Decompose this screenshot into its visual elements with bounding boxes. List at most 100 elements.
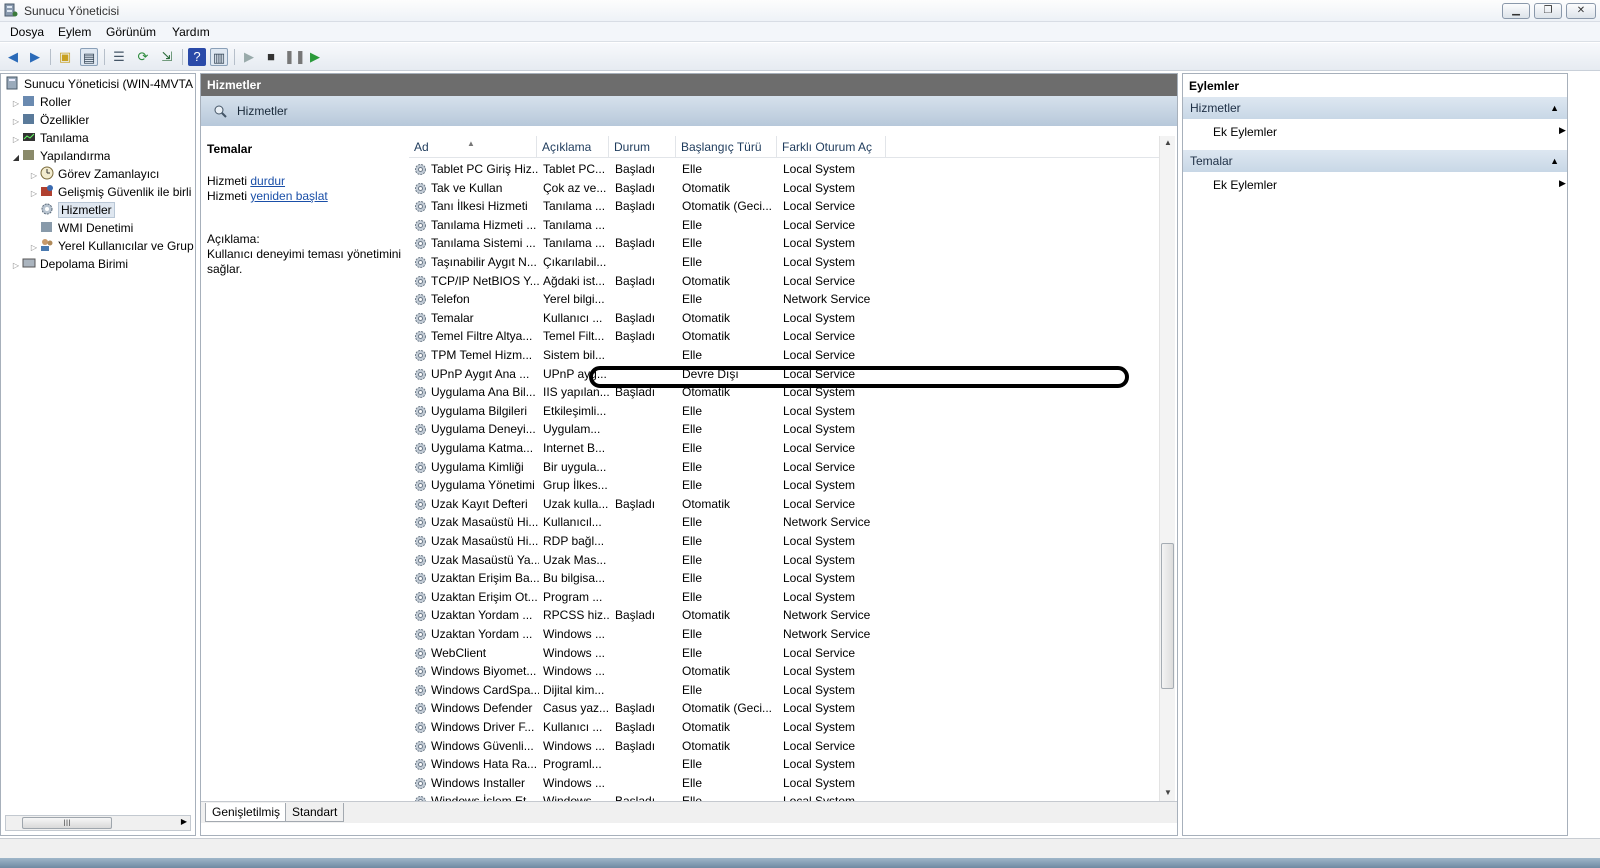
expand-arrow-icon[interactable]: ▷: [11, 131, 21, 147]
menu-eylem[interactable]: Eylem: [58, 25, 91, 39]
scrollbar-thumb[interactable]: III: [22, 817, 112, 829]
actions-section-temalar[interactable]: Temalar ▲: [1183, 150, 1567, 172]
description-label: Açıklama:: [207, 232, 260, 246]
table-row[interactable]: Uygulama Kimliği Bir uygula... Elle Local S…: [409, 458, 1159, 477]
table-row[interactable]: Tanı İlkesi Hizmeti Tanılama ... Başladı Ot…: [409, 197, 1159, 216]
services-vertical-scrollbar[interactable]: ▲ ▼: [1159, 136, 1175, 802]
expand-arrow-icon[interactable]: ▷: [11, 257, 21, 273]
restart-service-icon[interactable]: ▶: [306, 48, 324, 66]
maximize-button[interactable]: ❐: [1534, 3, 1562, 19]
menu-yardim[interactable]: Yardım: [172, 25, 210, 39]
expand-arrow-icon[interactable]: ▷: [29, 185, 39, 201]
table-row[interactable]: Uzaktan Erişim Ba... Bu bilgisa... Elle Loc…: [409, 569, 1159, 588]
tree-item-gelismis-guvenlik[interactable]: ▷ Gelişmiş Güvenlik ile birli: [29, 183, 195, 201]
table-row[interactable]: Windows Hata Ra... Programl... Elle Local S…: [409, 755, 1159, 774]
close-button[interactable]: ✕: [1566, 3, 1596, 19]
cell-description: Uzak Mas...: [543, 552, 607, 567]
tree-item-roller[interactable]: ▷ Roller: [11, 93, 71, 111]
table-row[interactable]: Tanılama Sistemi ... Tanılama ... Başladı E…: [409, 234, 1159, 253]
table-row[interactable]: TCP/IP NetBIOS Y... Ağdaki ist... Başladı O…: [409, 272, 1159, 291]
table-row[interactable]: Temalar Kullanıcı ... Başladı Otomatik Local…: [409, 309, 1159, 328]
table-row[interactable]: Uzaktan Erişim Ot... Program ... Elle Local…: [409, 588, 1159, 607]
collapse-arrow-icon[interactable]: ◢: [11, 149, 21, 165]
tree-item-hizmetler[interactable]: Hizmetler: [29, 201, 115, 219]
column-header-baslangic-turu[interactable]: Başlangıç Türü: [676, 136, 777, 158]
table-row[interactable]: WebClient Windows ... Elle Local Service: [409, 644, 1159, 663]
restart-service-link[interactable]: yeniden başlat: [250, 189, 327, 203]
forward-icon[interactable]: ▶: [26, 48, 44, 66]
column-header-ad[interactable]: Ad ▲: [409, 136, 537, 158]
tree-item-ozellikler[interactable]: ▷ Özellikler: [11, 111, 89, 129]
table-row[interactable]: Uygulama Katma... Internet B... Elle Local …: [409, 439, 1159, 458]
tree-item-wmi-denetimi[interactable]: WMI Denetimi: [29, 219, 133, 237]
table-row[interactable]: Uygulama Yönetimi Grup İlkes... Elle Local …: [409, 476, 1159, 495]
tab-standart[interactable]: Standart: [285, 803, 345, 822]
column-header-durum[interactable]: Durum: [609, 136, 676, 158]
actions-item-ek-eylemler[interactable]: Ek Eylemler ▶: [1213, 125, 1566, 139]
table-row[interactable]: Uygulama Deneyi... Uygulam... Elle Local Sy…: [409, 420, 1159, 439]
help-icon[interactable]: ?: [188, 48, 206, 66]
back-icon[interactable]: ◀: [4, 48, 22, 66]
actions-item-ek-eylemler[interactable]: Ek Eylemler ▶: [1213, 178, 1566, 192]
tree-item-yerel-kullanicilar[interactable]: ▷ Yerel Kullanıcılar ve Grup: [29, 237, 195, 255]
tree-item-depolama[interactable]: ▷ Depolama Birimi: [11, 255, 128, 273]
column-header-farkli-oturum-ac[interactable]: Farklı Oturum Aç: [777, 136, 886, 158]
tree-item-tanilama[interactable]: ▷ Tanılama: [11, 129, 89, 147]
expand-arrow-icon[interactable]: ▷: [29, 167, 39, 183]
table-row[interactable]: Windows Defender Casus yaz... Başladı Otoma…: [409, 699, 1159, 718]
cell-status: Başladı: [615, 310, 656, 325]
scroll-up-icon[interactable]: ▲: [1162, 138, 1174, 150]
refresh-icon[interactable]: ⟳: [134, 48, 152, 66]
table-row[interactable]: Tak ve Kullan Çok az ve... Başladı Otomatik…: [409, 179, 1159, 198]
table-row[interactable]: Tablet PC Giriş Hiz... Tablet PC... Başlad…: [409, 160, 1159, 179]
show-hide-tree-icon[interactable]: ▤: [80, 48, 98, 66]
table-row[interactable]: Uzak Masaüstü Hi... Kullanıcıl... Elle Netw…: [409, 513, 1159, 532]
scroll-right-icon[interactable]: ▶: [181, 817, 187, 826]
table-row[interactable]: Uzak Kayıt Defteri Uzak kulla... Başladı Ot…: [409, 495, 1159, 514]
expand-arrow-icon[interactable]: ▷: [11, 113, 21, 129]
table-row[interactable]: Windows Installer Windows ... Elle Local Sy…: [409, 774, 1159, 793]
pause-service-icon[interactable]: ❚❚: [284, 48, 306, 66]
scroll-down-icon[interactable]: ▼: [1162, 788, 1174, 800]
cell-startup-type: Otomatik: [682, 310, 731, 325]
tab-genisletilmis[interactable]: Genişletilmiş: [205, 803, 288, 822]
minimize-button[interactable]: ▁: [1502, 3, 1530, 19]
table-row[interactable]: Uzaktan Yordam ... Windows ... Elle Network…: [409, 625, 1159, 644]
cell-name: Uygulama Ana Bil...: [431, 385, 536, 400]
stop-service-link[interactable]: durdur: [250, 174, 285, 188]
menu-gorunum[interactable]: Görünüm: [106, 25, 156, 39]
table-row[interactable]: Windows Biyomet... Windows ... Otomatik Loc…: [409, 662, 1159, 681]
expand-arrow-icon[interactable]: ▷: [29, 239, 39, 255]
scrollbar-thumb[interactable]: [1161, 543, 1174, 689]
cell-startup-type: Otomatik: [682, 496, 731, 511]
table-row[interactable]: Tanılama Hizmeti ... Tanılama ... Elle Loca…: [409, 216, 1159, 235]
tree-root[interactable]: Sunucu Yöneticisi (WIN-4MVTA: [5, 75, 193, 93]
table-row[interactable]: Windows Güvenli... Windows ... Başladı Otom…: [409, 737, 1159, 756]
tree-item-gorev-zamanlayici[interactable]: ▷ Görev Zamanlayıcı: [29, 165, 159, 183]
up-folder-icon[interactable]: ▣: [56, 48, 74, 66]
menu-dosya[interactable]: Dosya: [10, 25, 44, 39]
table-row[interactable]: TPM Temel Hizm... Sistem bil... Elle Local …: [409, 346, 1159, 365]
properties-icon[interactable]: ☰: [110, 48, 128, 66]
gear-icon: [415, 759, 426, 771]
table-row[interactable]: Uzak Masaüstü Ya... Uzak Mas... Elle Local …: [409, 551, 1159, 570]
show-action-pane-icon[interactable]: ▥: [210, 48, 228, 66]
stop-service-icon[interactable]: ■: [262, 48, 280, 66]
table-row[interactable]: Windows CardSpa... Dijital kim... Elle Loca…: [409, 681, 1159, 700]
collapse-caret-icon[interactable]: ▲: [1550, 97, 1559, 119]
table-row[interactable]: Windows Driver F... Kullanıcı ... Başladı O…: [409, 718, 1159, 737]
table-row[interactable]: Uzaktan Yordam ... RPCSS hiz... Başladı Oto…: [409, 606, 1159, 625]
table-row[interactable]: Uygulama Bilgileri Etkileşimli... Elle Loca…: [409, 402, 1159, 421]
table-row[interactable]: Uzak Masaüstü Hi... RDP bağl... Elle Local …: [409, 532, 1159, 551]
actions-section-hizmetler[interactable]: Hizmetler ▲: [1183, 97, 1567, 119]
collapse-caret-icon[interactable]: ▲: [1550, 150, 1559, 172]
tree-horizontal-scrollbar[interactable]: III ▶: [5, 815, 191, 831]
tree-item-yapilandirma[interactable]: ◢ Yapılandırma: [11, 147, 111, 165]
table-row[interactable]: Taşınabilir Aygıt N... Çıkarılabil... Elle…: [409, 253, 1159, 272]
start-service-icon[interactable]: ▶: [240, 48, 258, 66]
table-row[interactable]: Telefon Yerel bilgi... Elle Network Service: [409, 290, 1159, 309]
expand-arrow-icon[interactable]: ▷: [11, 95, 21, 111]
table-row[interactable]: Temel Filtre Altya... Temel Filt... Başlad…: [409, 327, 1159, 346]
export-list-icon[interactable]: ⇲: [158, 48, 176, 66]
column-header-aciklama[interactable]: Açıklama: [537, 136, 609, 158]
